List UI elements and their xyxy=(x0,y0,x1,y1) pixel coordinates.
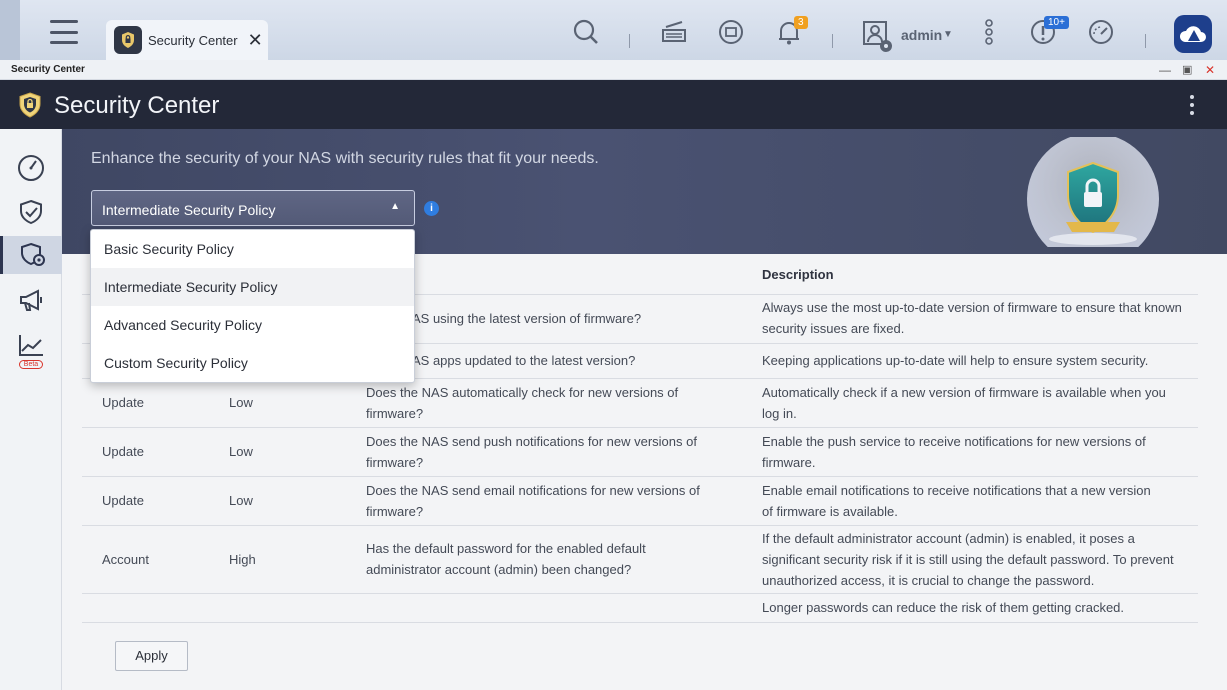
sidebar-item-notifications[interactable] xyxy=(0,281,62,319)
separator xyxy=(629,34,630,48)
separator xyxy=(1145,34,1146,48)
table-cell-description: Always use the most up-to-date version o… xyxy=(762,300,1182,336)
app-tab-security-center[interactable]: Security Center ✕ xyxy=(106,20,268,60)
sidebar-item-security-policy[interactable] xyxy=(0,236,62,274)
taskbar-edge xyxy=(0,0,20,60)
app-tab-label: Security Center xyxy=(148,32,238,48)
apply-button[interactable]: Apply xyxy=(115,641,188,671)
shield-check-icon xyxy=(20,199,42,225)
table-divider xyxy=(82,427,1198,428)
policy-dropdown-menu: Basic Security Policy Intermediate Secur… xyxy=(90,229,415,383)
security-center-logo-icon xyxy=(19,92,41,118)
separator xyxy=(832,34,833,48)
selected-policy-label: Intermediate Security Policy xyxy=(102,202,276,218)
table-divider xyxy=(82,525,1198,526)
table-cell-description: Automatically check if a new version of … xyxy=(762,385,1166,421)
user-name-label[interactable]: admin xyxy=(901,27,942,43)
shield-gear-icon xyxy=(20,242,45,266)
myqnapcloud-button[interactable] xyxy=(1174,15,1212,53)
background-tasks-icon[interactable] xyxy=(717,18,745,46)
table-cell-description: Enable email notifications to receive no… xyxy=(762,483,1151,519)
line-chart-icon xyxy=(19,335,43,356)
sidebar-item-overview[interactable] xyxy=(0,149,62,187)
megaphone-icon xyxy=(20,289,42,311)
gauge-icon xyxy=(18,155,44,181)
beta-badge: Beta xyxy=(18,360,44,369)
table-divider xyxy=(82,593,1198,594)
search-icon[interactable] xyxy=(572,18,600,46)
notification-count-badge: 3 xyxy=(794,16,808,29)
policy-option-custom[interactable]: Custom Security Policy xyxy=(91,344,414,382)
more-options-icon[interactable] xyxy=(982,18,996,46)
info-icon[interactable]: i xyxy=(424,201,439,216)
close-icon[interactable]: ✕ xyxy=(248,30,263,51)
policy-option-basic[interactable]: Basic Security Policy xyxy=(91,230,414,268)
security-center-app-icon xyxy=(114,26,142,54)
table-divider xyxy=(82,476,1198,477)
cloud-icon xyxy=(1179,26,1206,42)
table-cell-severity: High xyxy=(229,552,256,567)
sidebar-item-security-checkup[interactable] xyxy=(0,193,62,231)
table-cell-severity: Low xyxy=(229,444,253,459)
table-cell-description: Longer passwords can reduce the risk of … xyxy=(762,600,1125,615)
sidebar-item-analytics[interactable]: Beta xyxy=(0,327,62,375)
app-menu-icon[interactable] xyxy=(1190,95,1196,115)
banner-subtitle: Enhance the security of your NAS with se… xyxy=(91,150,599,167)
taskbar: Security Center ✕ 3 admin ▼ 10+ xyxy=(0,0,1227,60)
maximize-icon[interactable]: ▣ xyxy=(1182,63,1192,77)
update-count-badge: 10+ xyxy=(1044,16,1069,29)
table-cell-category: Update xyxy=(102,395,144,410)
main-menu-button[interactable] xyxy=(50,18,78,46)
tasks-icon[interactable] xyxy=(660,18,688,46)
app-title: Security Center xyxy=(54,92,220,119)
table-cell-description: Keeping applications up-to-date will hel… xyxy=(762,353,1149,368)
close-window-icon[interactable]: ✕ xyxy=(1205,63,1215,77)
table-cell-category: Update xyxy=(102,444,144,459)
table-cell-check: AS using the latest version of firmware? xyxy=(412,311,642,326)
app-header: Security Center xyxy=(0,80,1227,129)
table-cell-check: Has the default password for the enabled… xyxy=(366,541,646,577)
dashboard-icon[interactable] xyxy=(1087,18,1115,46)
user-icon[interactable] xyxy=(862,20,892,52)
table-cell-severity: Low xyxy=(229,395,253,410)
table-cell-description: Enable the push service to receive notif… xyxy=(762,434,1146,470)
security-policy-select[interactable]: Intermediate Security Policy ▲ xyxy=(91,190,415,226)
window-title-bar: Security Center — ▣ ✕ xyxy=(0,60,1227,80)
window-title: Security Center xyxy=(11,64,85,75)
table-cell-category: Account xyxy=(102,552,149,567)
table-cell-description: If the default administrator account (ad… xyxy=(762,531,1174,588)
table-divider xyxy=(82,622,1198,623)
sidebar: Beta xyxy=(0,129,62,690)
chevron-up-icon: ▲ xyxy=(390,201,400,212)
policy-option-advanced[interactable]: Advanced Security Policy xyxy=(91,306,414,344)
table-cell-check: Does the NAS send push notifications for… xyxy=(366,434,697,470)
chevron-down-icon[interactable]: ▼ xyxy=(943,29,953,40)
table-cell-category: Update xyxy=(102,493,144,508)
table-cell-check: AS apps updated to the latest version? xyxy=(412,353,636,368)
table-cell-severity: Low xyxy=(229,493,253,508)
policy-option-intermediate[interactable]: Intermediate Security Policy xyxy=(91,268,414,306)
shield-lock-illustration xyxy=(1027,137,1159,247)
table-cell-check: Does the NAS automatically check for new… xyxy=(366,385,679,421)
table-cell-check: Does the NAS send email notifications fo… xyxy=(366,483,700,519)
description-column-header: Description xyxy=(762,267,834,282)
minimize-icon[interactable]: — xyxy=(1159,63,1171,77)
